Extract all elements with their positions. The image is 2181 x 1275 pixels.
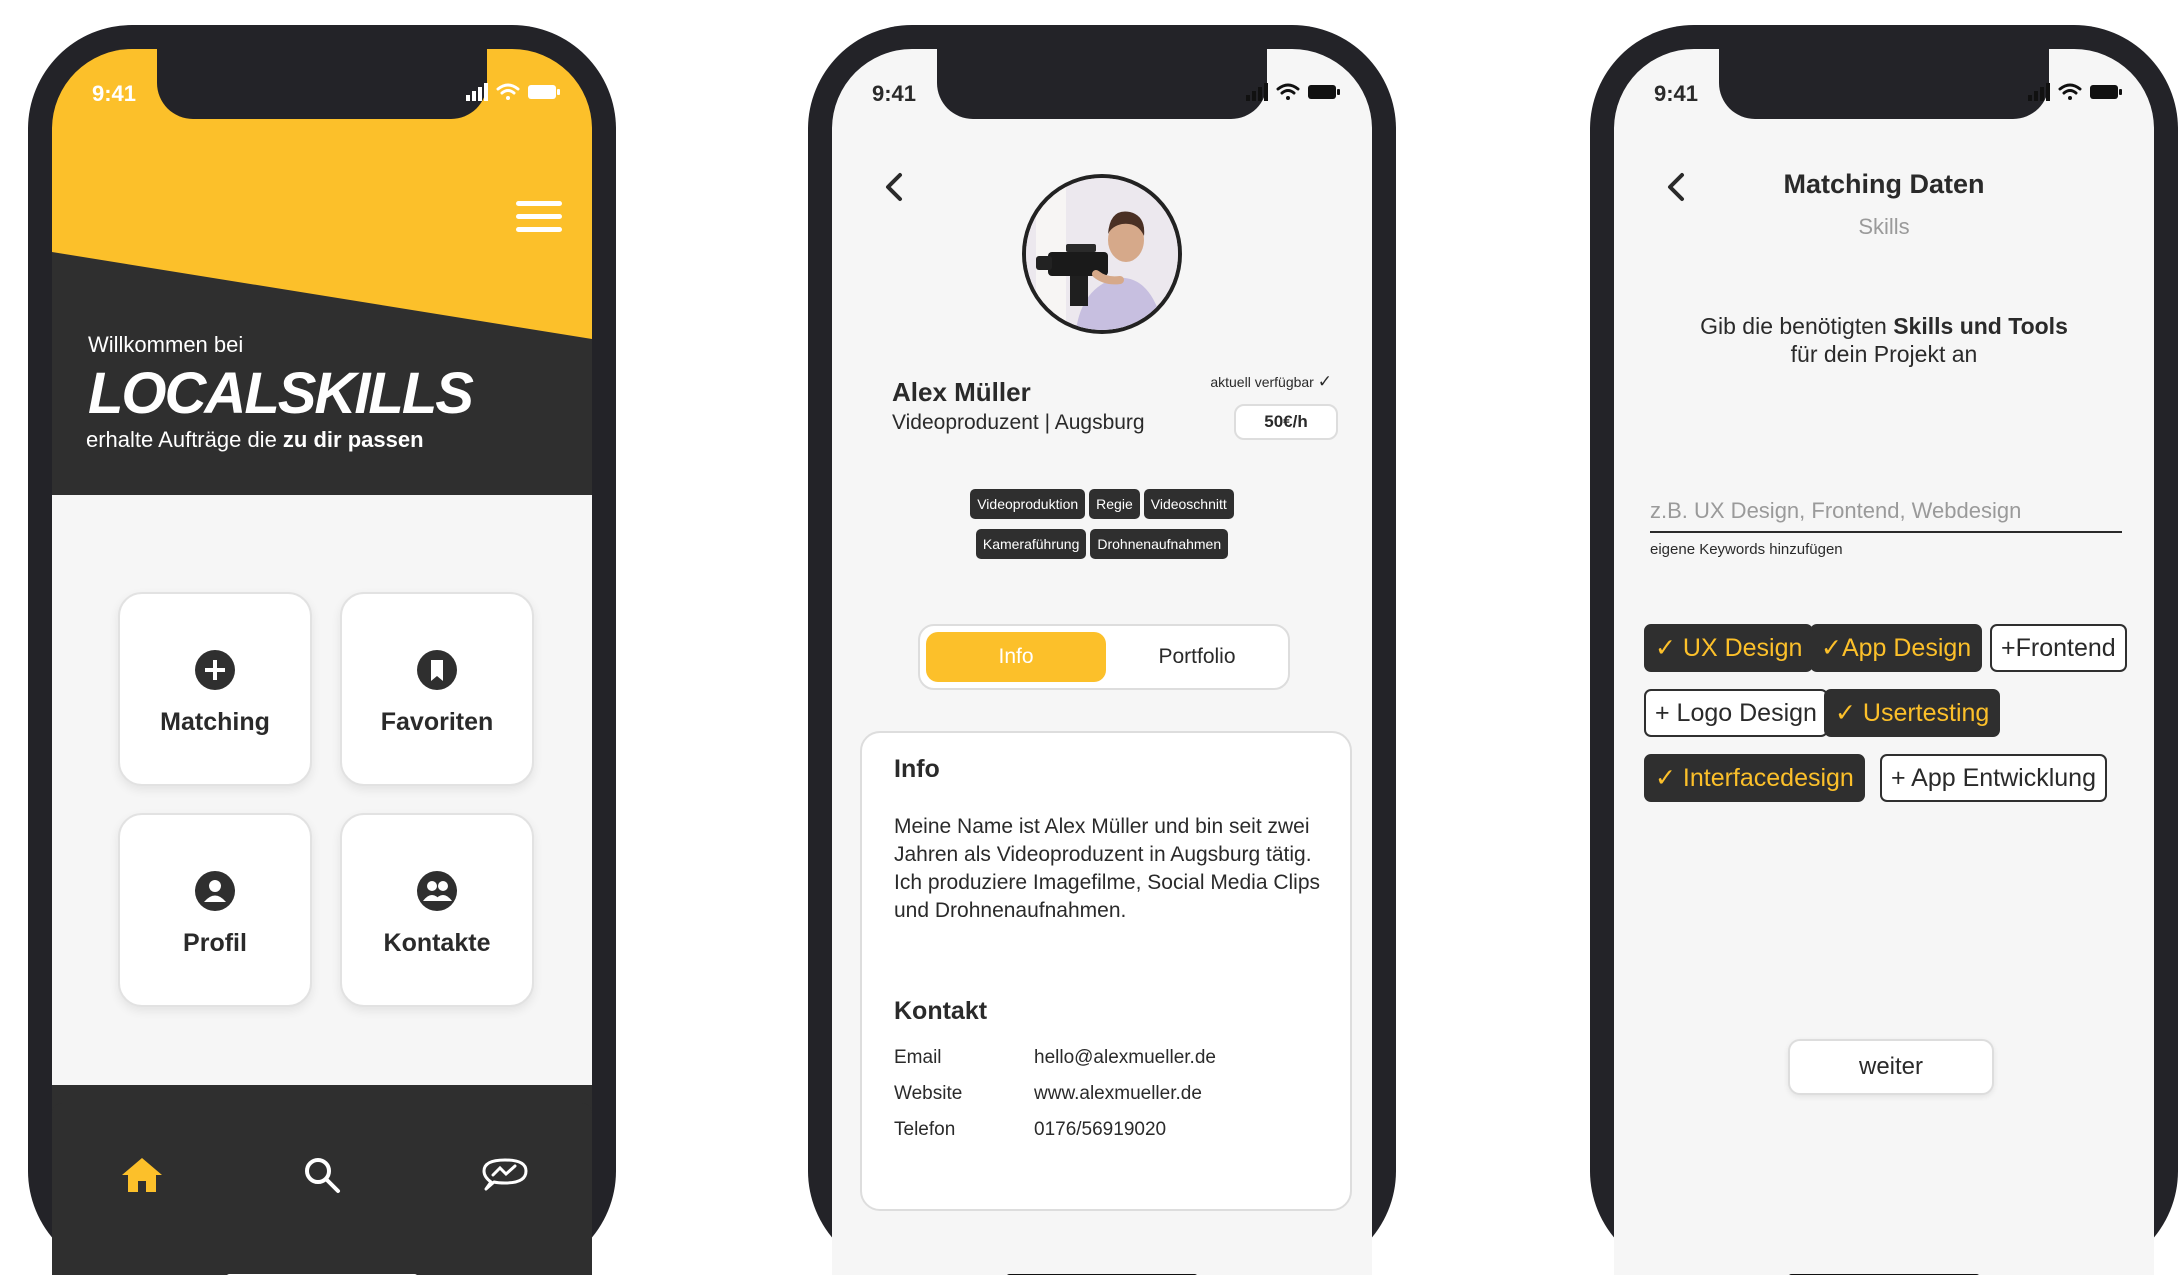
skill-tag-app-design[interactable]: ✓App Design: [1810, 624, 1983, 672]
tile-matching[interactable]: Matching: [118, 592, 312, 786]
tile-label: Kontakte: [383, 929, 491, 957]
search-icon[interactable]: [302, 1155, 342, 1195]
home-icon[interactable]: [120, 1155, 164, 1195]
phone-profile: 9:41 Alex Müller Videoproduzent | Augsbu…: [808, 25, 1396, 1275]
contact-label: Website: [894, 1083, 963, 1104]
signal-icon: [466, 83, 488, 101]
wifi-icon: [496, 83, 520, 100]
info-heading: Info: [894, 755, 940, 783]
skill-chip: Videoproduktion: [970, 489, 1086, 519]
tagline: erhalte Aufträge die zu dir passen: [86, 427, 424, 453]
hourly-rate-badge: 50€/h: [1234, 404, 1338, 440]
phone-home: 9:41 Willkommen bei LOCALSKILLS erhalte …: [28, 25, 616, 1275]
profile-role: Videoproduzent | Augsburg: [892, 411, 1145, 434]
bookmark-icon: [417, 650, 457, 690]
status-icons: [1246, 81, 1342, 108]
person-photo-illustration: [1026, 178, 1178, 330]
profile-tab-switcher: Info Portfolio: [918, 624, 1290, 690]
tile-kontakte[interactable]: Kontakte: [340, 813, 534, 1007]
contact-row-website: Website www.alexmueller.de: [894, 1083, 1202, 1105]
plus-circle-icon: [195, 650, 235, 690]
signal-icon: [2028, 83, 2050, 101]
bottom-tab-bar: [52, 1103, 592, 1275]
info-card: Info Meine Name ist Alex Müller und bin …: [860, 731, 1352, 1211]
home-content: Matching Favoriten Profil Kontakte: [52, 495, 592, 1085]
skill-tag-logo-design[interactable]: + Logo Design: [1644, 689, 1828, 737]
back-chevron-icon[interactable]: [880, 169, 908, 205]
welcome-text: Willkommen bei: [88, 332, 244, 357]
home-screen: 9:41 Willkommen bei LOCALSKILLS erhalte …: [52, 49, 592, 1275]
battery-icon: [1308, 85, 1340, 99]
skill-chip: Regie: [1089, 489, 1140, 519]
status-time: 9:41: [92, 81, 137, 106]
status-icons: [466, 81, 562, 108]
profile-avatar: [1022, 174, 1182, 334]
tile-favoriten[interactable]: Favoriten: [340, 592, 534, 786]
keyword-input[interactable]: [1650, 491, 2122, 533]
battery-icon: [528, 85, 560, 99]
notch: [1719, 49, 2049, 119]
availability-text: aktuell verfügbar: [1210, 374, 1314, 390]
instruction-text: Gib die benötigten Skills und Tools für …: [1614, 312, 2154, 368]
skill-chip: Drohnenaufnahmen: [1090, 529, 1229, 559]
profile-name: Alex Müller: [892, 377, 1031, 407]
keyword-hint: eigene Keywords hinzufügen: [1650, 541, 1843, 558]
next-button[interactable]: weiter: [1788, 1039, 1994, 1095]
contact-phone-link[interactable]: 0176/56919020: [1034, 1119, 1166, 1141]
page-subtitle: Skills: [1858, 214, 1910, 239]
signal-icon: [1246, 83, 1268, 101]
profile-screen: 9:41 Alex Müller Videoproduzent | Augsbu…: [832, 49, 1372, 1275]
info-text: Meine Name ist Alex Müller und bin seit …: [894, 815, 1321, 922]
notch: [157, 49, 487, 119]
brand-logo-text: LOCALSKILLS: [88, 361, 474, 426]
page-title: Matching Daten: [1783, 169, 1985, 199]
skill-chip: Kameraführung: [975, 529, 1087, 559]
contact-row-email: Email hello@alexmueller.de: [894, 1047, 1216, 1069]
wifi-icon: [2058, 83, 2082, 100]
tile-profil[interactable]: Profil: [118, 813, 312, 1007]
chat-icon[interactable]: [478, 1155, 532, 1195]
skill-tag-usertesting[interactable]: ✓ Usertesting: [1824, 689, 2001, 737]
users-icon: [417, 871, 457, 911]
tab-info[interactable]: Info: [926, 632, 1106, 682]
phone-matching: 9:41 Matching Daten Skills Gib die benöt…: [1590, 25, 2178, 1275]
status-icons: [2028, 81, 2124, 108]
hamburger-menu-icon[interactable]: [516, 201, 562, 233]
skill-tag-frontend[interactable]: +Frontend: [1990, 624, 2127, 672]
instruction-bold: Skills und Tools: [1893, 313, 2068, 339]
status-time: 9:41: [1654, 81, 1699, 106]
skill-chips: Videoproduktion Regie Videoschnitt Kameraf…: [832, 489, 1372, 569]
contact-heading: Kontakt: [894, 997, 988, 1025]
contact-email-link[interactable]: hello@alexmueller.de: [1034, 1047, 1216, 1069]
checkmark-icon: ✓: [1317, 372, 1332, 391]
tile-label: Favoriten: [380, 708, 494, 736]
battery-icon: [2090, 85, 2122, 99]
tab-portfolio[interactable]: Portfolio: [1108, 632, 1286, 682]
tagline-bold: zu dir passen: [282, 427, 424, 452]
matching-screen: 9:41 Matching Daten Skills Gib die benöt…: [1614, 49, 2154, 1275]
notch: [937, 49, 1267, 119]
contact-label: Telefon: [894, 1119, 956, 1140]
skill-tag-interfacedesign[interactable]: ✓ Interfacedesign: [1644, 754, 1865, 802]
skill-tag-app-entwicklung[interactable]: + App Entwicklung: [1880, 754, 2107, 802]
user-icon: [195, 871, 235, 911]
availability-status: aktuell verfügbar ✓: [1210, 372, 1332, 392]
tile-label: Profil: [183, 929, 247, 957]
contact-website-link[interactable]: www.alexmueller.de: [1034, 1083, 1202, 1105]
skill-chip: Videoschnitt: [1143, 489, 1234, 519]
contact-row-phone: Telefon 0176/56919020: [894, 1119, 1166, 1141]
tagline-prefix: erhalte Aufträge die: [86, 427, 283, 452]
wifi-icon: [1276, 83, 1300, 100]
instruction-part2: für dein Projekt an: [1790, 341, 1978, 367]
instruction-part1: Gib die benötigten: [1700, 313, 1894, 339]
skill-tag-ux-design[interactable]: ✓ UX Design: [1644, 624, 1814, 672]
contact-label: Email: [894, 1047, 942, 1068]
status-time: 9:41: [872, 81, 917, 106]
tile-label: Matching: [160, 708, 270, 736]
